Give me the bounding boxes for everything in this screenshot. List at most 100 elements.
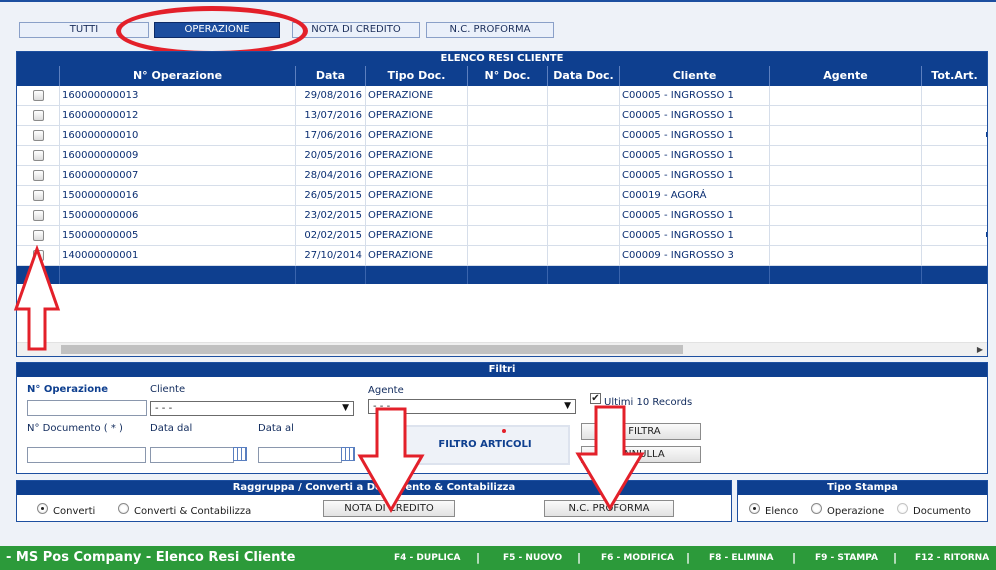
- f8-elimina-key[interactable]: F8 - ELIMINA: [709, 553, 773, 563]
- row-checkbox[interactable]: [33, 230, 44, 241]
- n-documento-label: N° Documento ( * ): [27, 423, 123, 434]
- chevron-down-icon: ▼: [342, 403, 349, 413]
- ultimi-10-checkbox[interactable]: ✔: [590, 393, 601, 404]
- filtro-articoli-button[interactable]: FILTRO ARTICOLI: [400, 425, 570, 465]
- table-row[interactable]: 160000000009 20/05/2016 OPERAZIONE C00005 -…: [17, 146, 987, 166]
- table-row[interactable]: 140000000001 27/10/2014 OPERAZIONE C00009 -…: [17, 246, 987, 266]
- f6-modifica-key[interactable]: F6 - MODIFICA: [601, 553, 674, 563]
- f4-duplica-key[interactable]: F4 - DUPLICA: [394, 553, 460, 563]
- row-checkbox[interactable]: [33, 130, 44, 141]
- cell-num: 150000000005: [59, 226, 295, 245]
- nota-di-credito-button[interactable]: NOTA DI CREDITO: [323, 500, 455, 517]
- cell-agente: [769, 166, 921, 185]
- footer-separator: |: [686, 551, 691, 564]
- row-checkbox[interactable]: [33, 110, 44, 121]
- col-tot-art[interactable]: Tot.Art.: [921, 66, 987, 86]
- row-checkbox[interactable]: [33, 150, 44, 161]
- n-operazione-label: N° Operazione: [27, 384, 108, 395]
- filtri-panel: Filtri N° Operazione Cliente - - - ▼ Age…: [16, 362, 988, 474]
- cell-data: 02/02/2015: [295, 226, 365, 245]
- elenco-radio[interactable]: [749, 503, 760, 514]
- converti-label: Converti: [53, 506, 96, 517]
- nc-proforma-button[interactable]: N.C. PROFORMA: [544, 500, 674, 517]
- elenco-label: Elenco: [765, 506, 799, 517]
- footer-separator: |: [577, 551, 582, 564]
- operazione-radio[interactable]: [811, 503, 822, 514]
- cell-ndoc: [467, 106, 547, 125]
- cell-cliente: C00005 - INGROSSO 1: [619, 226, 769, 245]
- cliente-select[interactable]: - - - ▼: [150, 401, 354, 416]
- cell-num: 160000000013: [59, 86, 295, 105]
- n-operazione-input[interactable]: [27, 400, 147, 416]
- row-checkbox[interactable]: [33, 170, 44, 181]
- cell-tipo: OPERAZIONE: [365, 246, 467, 265]
- agente-select[interactable]: - - - ▼: [368, 399, 576, 414]
- table-row[interactable]: 150000000005 02/02/2015 OPERAZIONE C00005 -…: [17, 226, 987, 246]
- table-row[interactable]: 160000000012 13/07/2016 OPERAZIONE C00005 -…: [17, 106, 987, 126]
- scrollbar-thumb[interactable]: [61, 345, 683, 354]
- table-row[interactable]: 160000000007 28/04/2016 OPERAZIONE C00005 -…: [17, 166, 987, 186]
- documento-radio[interactable]: [897, 503, 908, 514]
- cell-tot: [921, 186, 987, 205]
- tab-nc-proforma[interactable]: N.C. PROFORMA: [426, 22, 554, 38]
- col-tipo-doc[interactable]: Tipo Doc.: [365, 66, 467, 86]
- cell-ndoc: [467, 206, 547, 225]
- footer-separator: |: [893, 551, 898, 564]
- table-row[interactable]: 160000000013 29/08/2016 OPERAZIONE C00005 -…: [17, 86, 987, 106]
- converti-radio[interactable]: [37, 503, 48, 514]
- cell-cliente: C00009 - INGROSSO 3: [619, 246, 769, 265]
- f5-nuovo-key[interactable]: F5 - NUOVO: [503, 553, 562, 563]
- cell-tipo: OPERAZIONE: [365, 146, 467, 165]
- col-data-doc[interactable]: Data Doc.: [547, 66, 619, 86]
- col-agente[interactable]: Agente: [769, 66, 921, 86]
- data-al-label: Data al: [258, 423, 294, 434]
- cell-ndoc: [467, 126, 547, 145]
- grid-title: ELENCO RESI CLIENTE: [17, 52, 987, 66]
- row-checkbox[interactable]: [33, 250, 44, 261]
- annulla-button[interactable]: ANNULLA: [581, 446, 701, 463]
- row-checkbox[interactable]: [33, 210, 44, 221]
- cell-data: 26/05/2015: [295, 186, 365, 205]
- filtri-title: Filtri: [17, 363, 987, 377]
- tab-tutti[interactable]: TUTTI: [19, 22, 149, 38]
- data-al-input[interactable]: [258, 447, 342, 463]
- calendar-icon[interactable]: [341, 447, 355, 461]
- cell-agente: [769, 86, 921, 105]
- footer-separator: |: [476, 551, 481, 564]
- row-checkbox[interactable]: [33, 90, 44, 101]
- data-dal-input[interactable]: [150, 447, 234, 463]
- filtra-button[interactable]: - FILTRA: [581, 423, 701, 440]
- cell-agente: [769, 106, 921, 125]
- cell-tipo: OPERAZIONE: [365, 126, 467, 145]
- scroll-right-icon[interactable]: ▶: [977, 345, 983, 354]
- cell-tot: [921, 86, 987, 105]
- cell-num: 160000000010: [59, 126, 295, 145]
- cell-data: 20/05/2016: [295, 146, 365, 165]
- documento-label: Documento: [913, 506, 971, 517]
- table-row[interactable]: 160000000010 17/06/2016 OPERAZIONE C00005 -…: [17, 126, 987, 146]
- table-row[interactable]: 150000000016 26/05/2015 OPERAZIONE C00019 -…: [17, 186, 987, 206]
- cell-datadoc: [547, 86, 619, 105]
- converti-contabilizza-radio[interactable]: [118, 503, 129, 514]
- annotation-dot: [502, 429, 506, 433]
- tab-operazione[interactable]: OPERAZIONE: [154, 22, 280, 38]
- footer-title: - MS Pos Company - Elenco Resi Cliente: [6, 550, 296, 565]
- cell-tipo: OPERAZIONE: [365, 226, 467, 245]
- n-documento-input[interactable]: [27, 447, 146, 463]
- row-checkbox[interactable]: [33, 190, 44, 201]
- col-data[interactable]: Data: [295, 66, 365, 86]
- col-n-operazione[interactable]: N° Operazione: [59, 66, 295, 86]
- cell-agente: [769, 186, 921, 205]
- table-row[interactable]: 150000000006 23/02/2015 OPERAZIONE C00005 -…: [17, 206, 987, 226]
- cell-cliente: C00005 - INGROSSO 1: [619, 206, 769, 225]
- cell-num: 150000000016: [59, 186, 295, 205]
- f9-stampa-key[interactable]: F9 - STAMPA: [815, 553, 878, 563]
- tab-nota-di-credito[interactable]: NOTA DI CREDITO: [292, 22, 420, 38]
- horizontal-scrollbar[interactable]: ▶: [17, 342, 987, 356]
- cell-ndoc: [467, 166, 547, 185]
- col-n-doc[interactable]: N° Doc.: [467, 66, 547, 86]
- f12-ritorna-key[interactable]: F12 - RITORNA: [915, 553, 989, 563]
- cell-cliente: C00005 - INGROSSO 1: [619, 166, 769, 185]
- calendar-icon[interactable]: [233, 447, 247, 461]
- col-cliente[interactable]: Cliente: [619, 66, 769, 86]
